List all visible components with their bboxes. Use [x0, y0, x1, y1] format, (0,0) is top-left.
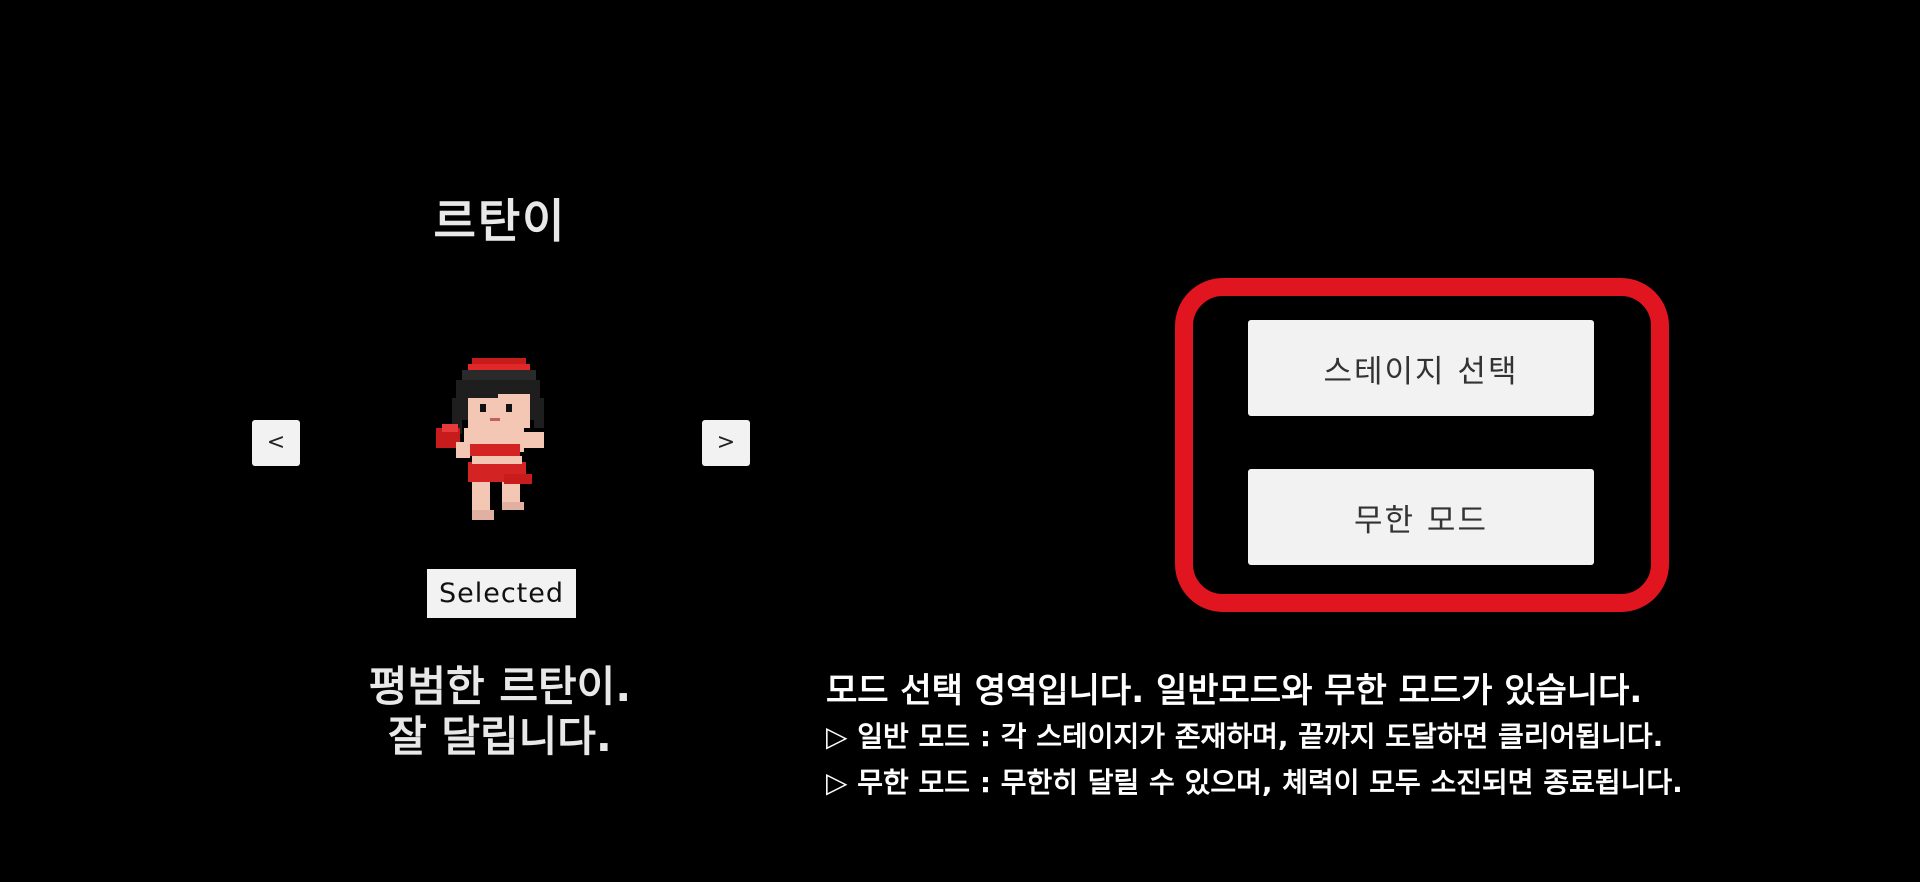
character-description-line1: 평범한 르탄이.	[368, 662, 632, 711]
character-sprite	[436, 358, 544, 520]
prev-character-button[interactable]: <	[252, 420, 300, 466]
mode-info-text: 모드 선택 영역입니다. 일반모드와 무한 모드가 있습니다. ▷ 일반 모드 …	[826, 668, 1826, 806]
selected-status-label[interactable]: Selected	[427, 569, 576, 618]
mode-info-line3: ▷ 무한 모드 : 무한히 달릴 수 있으며, 체력이 모두 소진되면 종료됩니…	[826, 766, 1683, 799]
character-description-line2: 잘 달립니다.	[388, 712, 612, 761]
mode-info-line2: ▷ 일반 모드 : 각 스테이지가 존재하며, 끝까지 도달하면 클리어됩니다.	[826, 720, 1664, 753]
character-description: 평범한 르탄이. 잘 달립니다.	[300, 662, 700, 762]
next-character-button[interactable]: >	[702, 420, 750, 466]
mode-info-line1: 모드 선택 영역입니다. 일반모드와 무한 모드가 있습니다.	[826, 671, 1643, 711]
endless-mode-button[interactable]: 무한 모드	[1248, 469, 1594, 565]
stage-select-button[interactable]: 스테이지 선택	[1248, 320, 1594, 416]
character-name: 르탄이	[433, 194, 567, 248]
